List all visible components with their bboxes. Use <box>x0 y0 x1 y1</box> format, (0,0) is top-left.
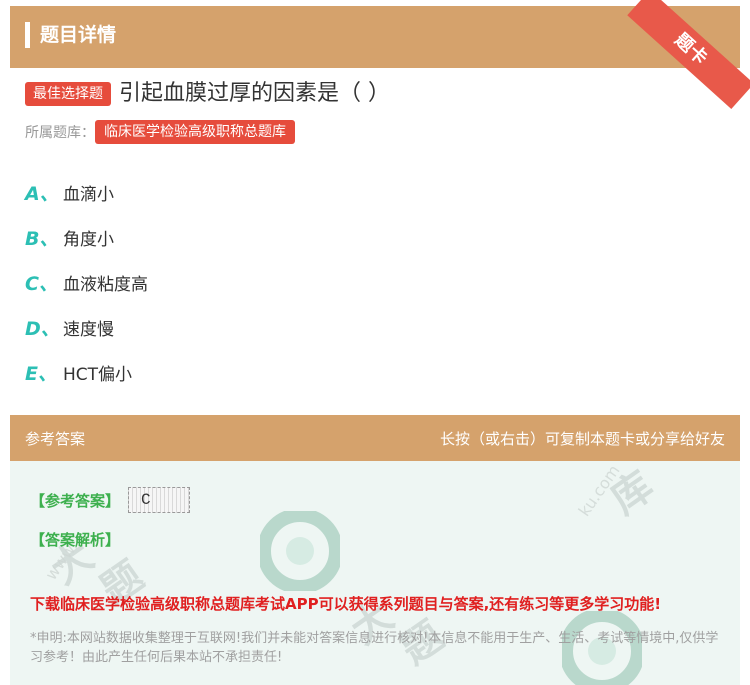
option-text: HCT偏小 <box>63 365 133 385</box>
option-text: 血液粘度高 <box>63 275 148 295</box>
option-text: 角度小 <box>63 230 114 250</box>
bank-label: 所属题库： <box>25 125 95 141</box>
option-letter: A、 <box>25 183 59 205</box>
share-hint: 长按（或右击）可复制本题卡或分享给好友 <box>439 430 725 448</box>
answer-section-header: 参考答案 长按（或右击）可复制本题卡或分享给好友 <box>10 415 740 461</box>
option-letter: C、 <box>25 273 58 295</box>
answer-analysis-row: 【答案解析】 <box>30 529 120 550</box>
option-letter: E、 <box>25 363 57 385</box>
header-accent-bar <box>25 22 30 48</box>
question-type-tag: 最佳选择题 <box>25 82 111 106</box>
watermark-logo-icon <box>260 511 340 591</box>
reference-answer-row: 【参考答案】 C <box>30 487 191 513</box>
option-text: 血滴小 <box>63 185 114 205</box>
question-bank-row: 所属题库： 临床医学检验高级职称总题库 <box>25 120 295 144</box>
option-e[interactable]: E、 HCT偏小 <box>25 350 148 395</box>
option-letter: B、 <box>25 228 59 250</box>
question-row: 最佳选择题 引起血膜过厚的因素是（ ） <box>25 80 390 108</box>
bank-link[interactable]: 临床医学检验高级职称总题库 <box>95 120 295 144</box>
answer-section-body: 大 题 大 题 库 www. ku.com 【参考答案】 C 【答案解析】 下载… <box>10 461 740 685</box>
option-list: A、 血滴小 B、 角度小 C、 血液粘度高 D、 速度慢 E、 HCT偏小 <box>25 170 148 395</box>
option-b[interactable]: B、 角度小 <box>25 215 148 260</box>
option-d[interactable]: D、 速度慢 <box>25 305 148 350</box>
option-a[interactable]: A、 血滴小 <box>25 170 148 215</box>
reference-answer-label: 【参考答案】 <box>30 491 121 510</box>
option-letter: D、 <box>25 318 60 340</box>
answer-analysis-label: 【答案解析】 <box>30 531 121 549</box>
option-c[interactable]: C、 血液粘度高 <box>25 260 148 305</box>
download-app-promo[interactable]: 下载临床医学检验高级职称总题库考试APP可以获得系列题目与答案,还有练习等更多学… <box>30 593 661 614</box>
disclaimer-text: *申明:本网站数据收集整理于互联网!我们并未能对答案信息进行核对!本信息不能用于… <box>30 631 719 665</box>
option-text: 速度慢 <box>63 320 114 340</box>
question-text: 引起血膜过厚的因素是（ ） <box>119 81 390 106</box>
answer-image: C <box>128 487 191 513</box>
answer-section-title: 参考答案 <box>25 430 86 448</box>
page-title: 题目详情 <box>40 24 117 46</box>
